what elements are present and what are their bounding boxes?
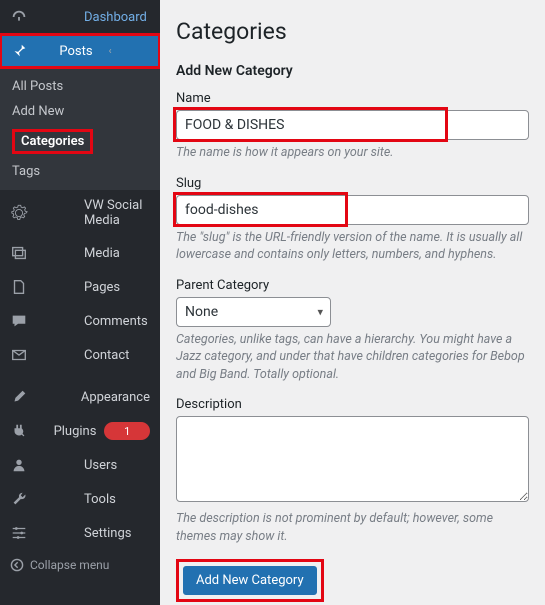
sidebar-item-label: Appearance xyxy=(81,390,150,405)
parent-label: Parent Category xyxy=(176,278,529,293)
comment-icon xyxy=(10,312,76,330)
page-title: Categories xyxy=(176,18,529,45)
sidebar-item-label: Users xyxy=(84,458,150,473)
page-icon xyxy=(10,278,76,296)
update-badge: 1 xyxy=(104,422,150,440)
sidebar-item-label: Settings xyxy=(84,526,150,541)
parent-select[interactable]: None xyxy=(176,297,331,327)
sidebar-item-vw-social-media[interactable]: VW Social Media xyxy=(0,190,160,236)
sidebar-item-appearance[interactable]: Appearance xyxy=(0,380,160,414)
sidebar-item-contact[interactable]: Contact xyxy=(0,338,160,372)
chevron-left-icon: ‹ xyxy=(109,46,150,57)
sidebar-item-label: VW Social Media xyxy=(84,198,150,228)
name-field: Name The name is how it appears on your … xyxy=(176,91,529,162)
sliders-icon xyxy=(10,524,76,542)
add-new-category-button[interactable]: Add New Category xyxy=(183,566,317,595)
slug-input[interactable] xyxy=(176,195,529,225)
description-help: The description is not prominent by defa… xyxy=(176,510,529,545)
wrench-icon xyxy=(10,490,76,508)
sidebar-item-label: Pages xyxy=(84,280,150,295)
mail-icon xyxy=(10,346,76,364)
name-help: The name is how it appears on your site. xyxy=(176,144,529,162)
sidebar-item-label: Tools xyxy=(84,492,150,507)
sidebar-item-pages[interactable]: Pages xyxy=(0,270,160,304)
brush-icon xyxy=(10,388,73,406)
user-icon xyxy=(10,456,76,474)
sidebar-subitem-tags[interactable]: Tags xyxy=(0,159,160,184)
sidebar-item-settings[interactable]: Settings xyxy=(0,516,160,550)
slug-help: The "slug" is the URL-friendly version o… xyxy=(176,229,529,264)
sidebar-item-label: Posts xyxy=(59,44,100,59)
sidebar-item-comments[interactable]: Comments xyxy=(0,304,160,338)
sidebar-subitem-all-posts[interactable]: All Posts xyxy=(0,74,160,99)
sidebar-item-tools[interactable]: Tools xyxy=(0,482,160,516)
sidebar-item-label: Media xyxy=(84,246,150,261)
slug-field: Slug The "slug" is the URL-friendly vers… xyxy=(176,176,529,264)
gear-icon xyxy=(10,204,76,222)
main-content: Categories Add New Category Name The nam… xyxy=(160,0,545,605)
description-input[interactable] xyxy=(176,416,529,502)
parent-field: Parent Category None ▾ Categories, unlik… xyxy=(176,278,529,384)
media-icon xyxy=(10,244,76,262)
name-label: Name xyxy=(176,91,529,106)
sidebar-item-dashboard[interactable]: Dashboard xyxy=(0,0,160,34)
collapse-label: Collapse menu xyxy=(30,558,109,572)
sidebar-item-label: Comments xyxy=(84,314,150,329)
sidebar-item-users[interactable]: Users xyxy=(0,448,160,482)
collapse-menu[interactable]: Collapse menu xyxy=(0,550,160,580)
sidebar-item-label: Dashboard xyxy=(84,10,150,25)
pin-icon xyxy=(10,42,51,60)
sidebar-item-label: Contact xyxy=(84,348,150,363)
dashboard-icon xyxy=(10,8,76,26)
collapse-icon xyxy=(10,558,24,572)
description-field: Description The description is not promi… xyxy=(176,397,529,545)
section-heading: Add New Category xyxy=(176,63,529,79)
admin-sidebar: Dashboard Posts ‹ All PostsAdd NewCategorie… xyxy=(0,0,160,605)
sidebar-item-plugins[interactable]: Plugins 1 xyxy=(0,414,160,448)
name-input[interactable] xyxy=(176,110,529,140)
description-label: Description xyxy=(176,397,529,412)
plug-icon xyxy=(10,422,46,440)
slug-label: Slug xyxy=(176,176,529,191)
sidebar-item-media[interactable]: Media xyxy=(0,236,160,270)
sidebar-subitem-add-new[interactable]: Add New xyxy=(0,99,160,124)
sidebar-subitem-categories[interactable]: Categories xyxy=(0,124,160,159)
parent-help: Categories, unlike tags, can have a hier… xyxy=(176,331,529,384)
sidebar-item-posts[interactable]: Posts ‹ xyxy=(0,34,160,68)
sidebar-submenu: All PostsAdd NewCategoriesTags xyxy=(0,68,160,190)
sidebar-item-label: Plugins xyxy=(54,424,97,439)
